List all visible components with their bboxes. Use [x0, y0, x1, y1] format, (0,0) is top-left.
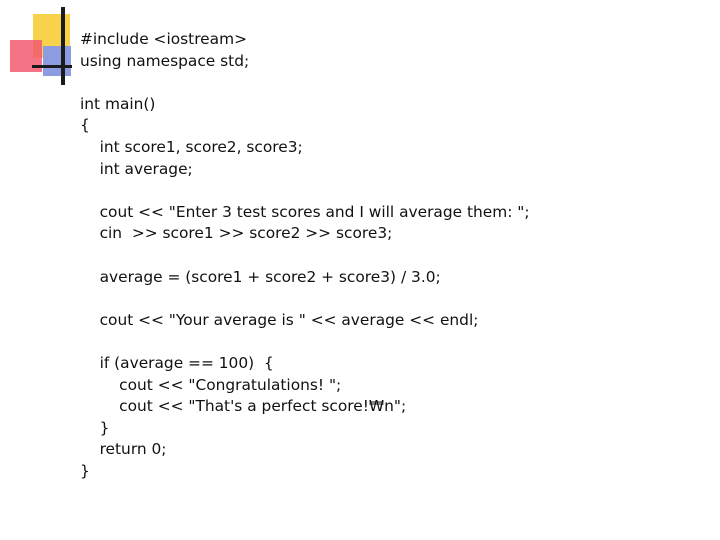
code-line: int score1, score2, score3;	[80, 137, 303, 156]
code-line: cout << "That's a perfect score!₩n";	[80, 397, 407, 416]
code-line: cout << "Your average is " << average <<…	[80, 310, 479, 329]
code-line: int average;	[80, 159, 193, 178]
code-line: using namespace std;	[80, 51, 250, 70]
logo-horizontal-line	[32, 65, 72, 68]
code-line: cout << "Enter 3 test scores and I will …	[80, 202, 530, 221]
code-line: return 0;	[80, 440, 167, 459]
logo-vertical-line	[61, 7, 65, 85]
code-line: #include <iostream>	[80, 30, 247, 48]
logo-blue-square	[43, 46, 71, 76]
code-line: average = (score1 + score2 + score3) / 3…	[80, 267, 441, 286]
code-line: {	[80, 116, 90, 135]
code-line: cout << "Congratulations! ";	[80, 375, 342, 394]
code-line: cin >> score1 >> score2 >> score3;	[80, 224, 393, 243]
code-line: }	[80, 418, 110, 437]
code-line: int main()	[80, 94, 156, 113]
code-line: if (average == 100) {	[80, 353, 274, 372]
code-line: }	[80, 461, 90, 480]
slide: #include <iostream> using namespace std;…	[0, 0, 720, 540]
code-block: #include <iostream> using namespace std;…	[80, 29, 530, 482]
